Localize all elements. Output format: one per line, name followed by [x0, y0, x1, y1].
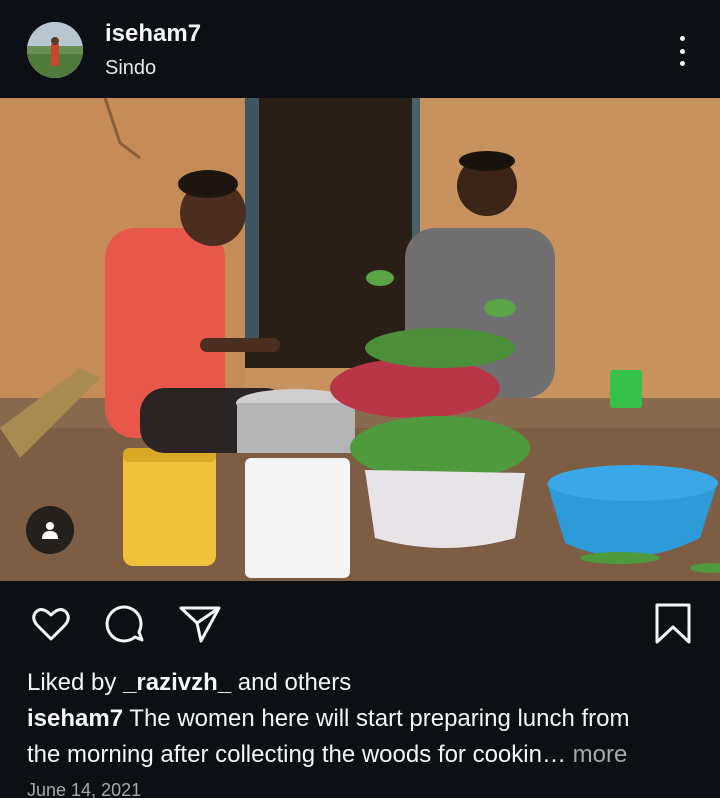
likes-prefix: Liked by	[27, 669, 117, 696]
heart-icon[interactable]	[28, 601, 74, 647]
bookmark-icon[interactable]	[650, 601, 696, 647]
post-username[interactable]: iseham7	[105, 20, 201, 48]
post-location[interactable]: Sindo	[105, 57, 156, 80]
comment-bubble-icon[interactable]	[102, 601, 148, 647]
caption-more-link[interactable]: more	[573, 741, 628, 768]
post-date: June 14, 2021	[27, 780, 142, 798]
action-bar	[0, 581, 720, 661]
caption-username[interactable]: iseham7	[27, 705, 123, 732]
caption-text-2: the morning after collecting the woods f…	[27, 741, 566, 768]
caption-line-2: the morning after collecting the woods f…	[27, 737, 717, 773]
likes-line: Liked by _razivzh_ and others	[27, 665, 717, 701]
more-vertical-icon[interactable]	[668, 34, 696, 68]
likes-user[interactable]: _razivzh_	[123, 669, 231, 696]
caption-line-1: iseham7 The women here will start prepar…	[27, 701, 717, 737]
post-text: Liked by _razivzh_ and others iseham7 Th…	[27, 665, 717, 773]
paper-plane-icon[interactable]	[177, 601, 223, 647]
caption-text-1: The women here will start preparing lunc…	[129, 705, 630, 732]
likes-suffix[interactable]: and others	[238, 669, 351, 696]
post-photo[interactable]	[0, 98, 720, 581]
person-tag-icon[interactable]	[26, 506, 74, 554]
profile-avatar[interactable]	[27, 22, 83, 78]
post-header: iseham7 Sindo	[0, 0, 720, 98]
